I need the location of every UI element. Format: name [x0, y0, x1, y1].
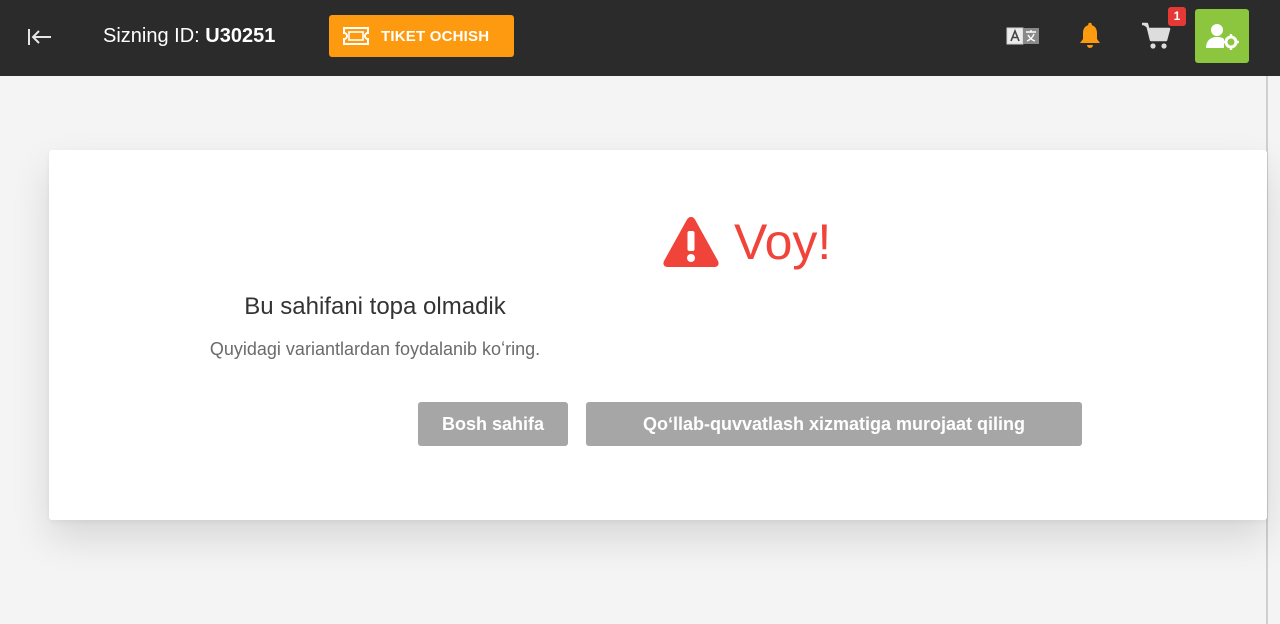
page-scrollbar-edge[interactable] — [1266, 76, 1280, 624]
top-navbar: Sizning ID: U30251 TIKET OCHISH 1 — [0, 0, 1280, 76]
error-hint: Quyidagi variantlardan foydalanib koʻrin… — [209, 339, 541, 359]
back-button[interactable] — [24, 24, 54, 50]
language-button[interactable] — [1005, 25, 1041, 47]
user-gear-icon — [1205, 22, 1239, 50]
user-id-value: U30251 — [205, 25, 276, 47]
contact-support-button[interactable]: Qoʻllab-quvvatlash xizmatiga murojaat qi… — [586, 402, 1082, 446]
open-ticket-label: TIKET OCHISH — [381, 27, 490, 45]
profile-settings-button[interactable] — [1195, 9, 1249, 63]
bell-icon — [1077, 22, 1103, 50]
user-id-display: Sizning ID: U30251 — [103, 22, 275, 50]
ticket-icon — [342, 26, 370, 46]
notifications-button[interactable] — [1074, 20, 1106, 52]
home-button[interactable]: Bosh sahifa — [418, 402, 568, 446]
user-id-label: Sizning ID: — [103, 25, 200, 47]
warning-triangle-icon — [662, 215, 720, 269]
error-heading: Voy! — [662, 212, 831, 272]
error-subtitle: Bu sahifani topa olmadik — [244, 293, 506, 320]
cart-count-badge: 1 — [1168, 7, 1186, 26]
cart-icon — [1140, 21, 1172, 51]
arrow-left-to-line-icon — [25, 26, 53, 48]
translate-icon — [1006, 26, 1040, 46]
open-ticket-button[interactable]: TIKET OCHISH — [329, 15, 514, 57]
error-title: Voy! — [734, 214, 832, 270]
not-found-card — [49, 150, 1267, 520]
